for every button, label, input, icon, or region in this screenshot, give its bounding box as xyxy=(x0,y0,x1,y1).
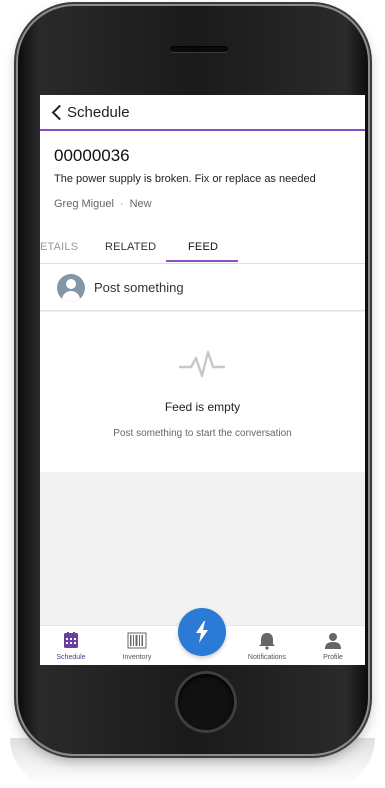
record-owner[interactable]: Greg Miguel xyxy=(54,198,114,210)
back-to-schedule[interactable]: Schedule xyxy=(67,104,130,121)
post-composer[interactable]: Post something xyxy=(40,265,365,311)
chevron-left-icon[interactable] xyxy=(51,104,68,121)
record-meta: Greg Miguel · New xyxy=(54,198,152,210)
calendar-icon xyxy=(64,632,78,648)
tabbar-inventory[interactable]: Inventory xyxy=(106,626,168,665)
tabbar-schedule[interactable]: Schedule xyxy=(40,626,102,665)
tabbar-profile-label: Profile xyxy=(323,654,343,661)
person-icon xyxy=(325,633,341,649)
tab-feed[interactable]: FEED xyxy=(188,241,218,253)
tabbar-inventory-label: Inventory xyxy=(122,654,152,661)
meta-separator: · xyxy=(119,198,124,210)
quick-action-button[interactable] xyxy=(178,608,226,656)
record-status: New xyxy=(129,198,152,210)
user-avatar-icon xyxy=(57,274,85,302)
active-tab-indicator xyxy=(166,260,238,262)
record-tabs: ETAILS RELATED FEED xyxy=(40,231,365,264)
tabbar-notifications-label: Notifications xyxy=(247,654,287,661)
tabbar-profile[interactable]: Profile xyxy=(302,626,364,665)
tab-details[interactable]: ETAILS xyxy=(40,241,78,253)
barcode-icon xyxy=(127,632,147,649)
tabbar-schedule-label: Schedule xyxy=(56,654,86,661)
post-something-label[interactable]: Post something xyxy=(94,280,184,295)
lightning-bolt-icon xyxy=(196,621,208,643)
feed-empty-title: Feed is empty xyxy=(164,400,241,414)
bell-icon xyxy=(259,633,275,650)
record-subject: The power supply is broken. Fix or repla… xyxy=(54,173,316,185)
app-screen: Schedule 00000036 The power supply is br… xyxy=(40,95,365,665)
pulse-icon xyxy=(179,350,225,378)
tab-related[interactable]: RELATED xyxy=(105,241,156,253)
earpiece-speaker xyxy=(170,46,228,52)
feed-empty-state: Feed is empty Post something to start th… xyxy=(40,312,365,472)
navigation-bar: Schedule xyxy=(40,95,365,131)
tabbar-notifications[interactable]: Notifications xyxy=(236,626,298,665)
record-header: 00000036 The power supply is broken. Fix… xyxy=(40,131,365,265)
record-number: 00000036 xyxy=(54,146,130,165)
feed-empty-subtitle: Post something to start the conversation xyxy=(113,428,292,439)
home-button[interactable] xyxy=(178,674,234,730)
